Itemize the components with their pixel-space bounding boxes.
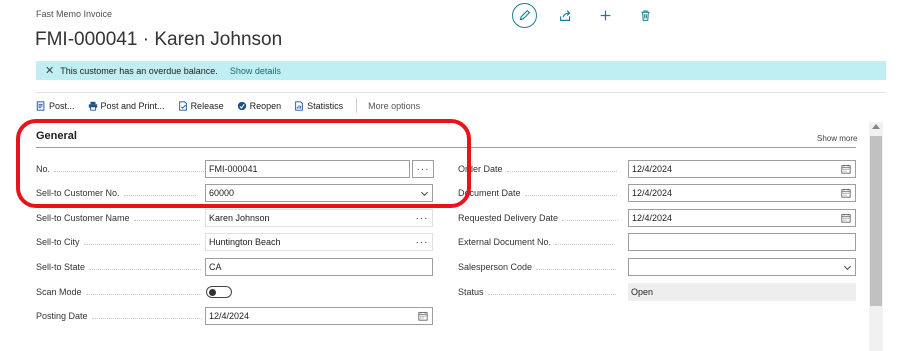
calendar-icon[interactable] — [414, 308, 432, 324]
toolbar-divider — [356, 98, 358, 113]
overdue-banner: ✕ This customer has an overdue balance. … — [36, 61, 886, 80]
city-label: Sell-to City — [36, 233, 200, 251]
state-input[interactable]: CA — [205, 258, 433, 276]
document-date-input[interactable]: 12/4/2024 — [628, 184, 856, 202]
customer-name-label: Sell-to Customer Name — [36, 209, 200, 227]
order-date-input[interactable]: 12/4/2024 — [628, 160, 856, 178]
banner-message: This customer has an overdue balance. — [60, 65, 218, 76]
document-date-label: Document Date — [458, 184, 617, 202]
reopen-button[interactable]: Reopen — [237, 101, 281, 111]
customer-name-assist[interactable]: ··· — [412, 213, 432, 224]
close-icon[interactable]: ✕ — [45, 64, 54, 77]
posting-date-label: Posting Date — [36, 307, 202, 325]
release-button[interactable]: Release — [178, 101, 224, 111]
action-toolbar: Post... Post and Print... Release Reopen… — [36, 92, 886, 118]
status-label: Status — [458, 283, 616, 301]
delete-icon[interactable] — [633, 3, 657, 27]
calendar-icon[interactable] — [837, 185, 855, 201]
vertical-scrollbar[interactable] — [869, 122, 883, 351]
requested-delivery-input[interactable]: 12/4/2024 — [628, 209, 856, 227]
scan-mode-toggle[interactable] — [206, 286, 232, 298]
scroll-up-icon[interactable] — [872, 124, 880, 129]
reopen-icon — [237, 101, 247, 111]
city-field[interactable]: Huntington Beach ··· — [205, 233, 433, 251]
scrollbar-thumb[interactable] — [870, 136, 882, 306]
external-doc-input[interactable] — [628, 233, 856, 251]
salesperson-select[interactable] — [628, 258, 856, 276]
page-title: FMI-000041 · Karen Johnson — [35, 29, 283, 50]
external-doc-label: External Document No. — [458, 233, 614, 251]
city-assist[interactable]: ··· — [412, 237, 432, 248]
show-details-link[interactable]: Show details — [230, 66, 281, 76]
more-options-button[interactable]: More options — [368, 101, 420, 111]
status-value: Open — [628, 283, 856, 301]
highlight-annotation — [16, 119, 471, 208]
requested-delivery-label: Requested Delivery Date — [458, 209, 619, 227]
customer-name-field[interactable]: Karen Johnson ··· — [205, 209, 433, 227]
share-icon[interactable] — [553, 3, 577, 27]
show-more-link[interactable]: Show more — [817, 134, 857, 143]
edit-icon[interactable] — [512, 2, 537, 28]
salesperson-label: Salesperson Code — [458, 258, 617, 276]
post-button[interactable]: Post... — [36, 101, 75, 111]
chevron-down-icon — [839, 263, 855, 272]
post-and-print-button[interactable]: Post and Print... — [88, 101, 165, 111]
printer-icon — [88, 101, 98, 111]
toggle-knob — [209, 289, 216, 296]
release-icon — [178, 100, 188, 111]
breadcrumb: Fast Memo Invoice — [36, 9, 113, 19]
post-icon — [36, 100, 46, 111]
statistics-button[interactable]: Statistics — [294, 101, 343, 111]
top-actions — [512, 2, 657, 28]
statistics-icon — [294, 100, 304, 111]
posting-date-input[interactable]: 12/4/2024 — [205, 307, 433, 325]
calendar-icon[interactable] — [837, 161, 855, 177]
add-icon[interactable] — [593, 3, 617, 27]
order-date-label: Order Date — [458, 160, 617, 178]
calendar-icon[interactable] — [837, 210, 855, 226]
scan-mode-label: Scan Mode — [36, 283, 202, 301]
state-label: Sell-to State — [36, 258, 202, 276]
